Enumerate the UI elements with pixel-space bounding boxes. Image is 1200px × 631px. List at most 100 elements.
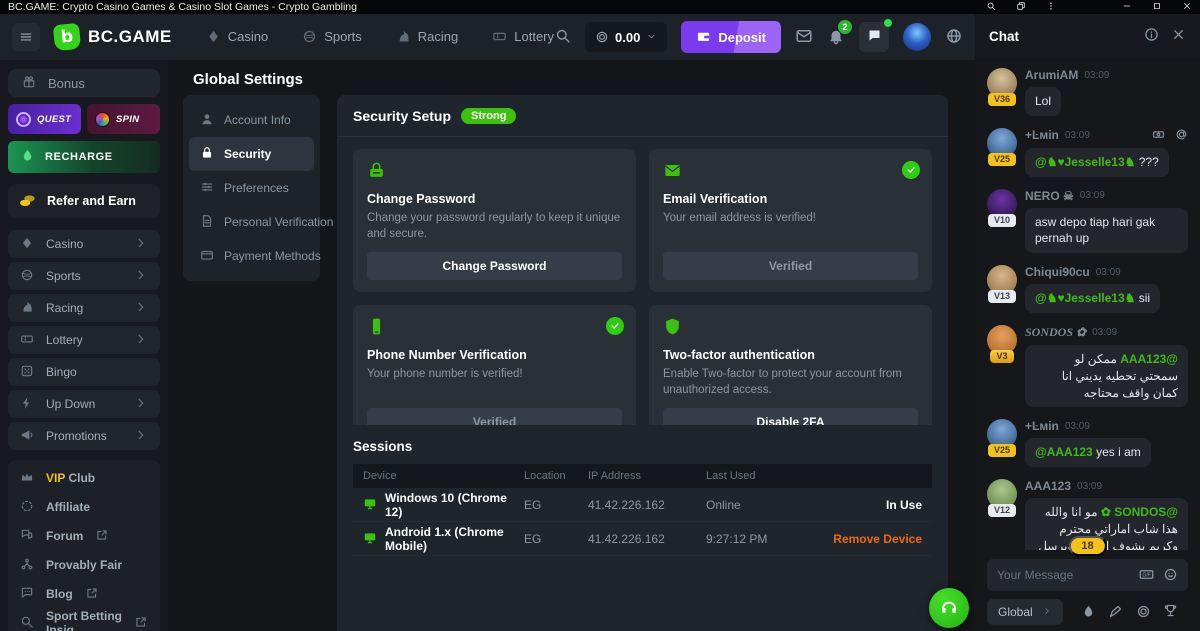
trophy-icon[interactable] <box>1163 603 1178 621</box>
session-device: Windows 10 (Chrome 12) <box>363 491 524 519</box>
mention-link[interactable]: @AAA123 <box>1120 352 1178 366</box>
sidebar-item-racing[interactable]: Racing <box>8 294 160 322</box>
sidebar-item-label: Bingo <box>46 365 77 379</box>
notifications-button[interactable]: 2 <box>827 27 845 48</box>
top-nav-racing[interactable]: Racing <box>396 29 458 45</box>
session-action[interactable]: Remove Device <box>810 532 922 546</box>
mail-icon[interactable] <box>795 27 813 48</box>
refer-and-earn-button[interactable]: Refer and Earn <box>8 184 160 218</box>
settings-nav-preferences[interactable]: Preferences <box>189 171 314 205</box>
ticket-icon <box>492 29 507 45</box>
top-nav-label: Racing <box>418 29 458 44</box>
sidebar-item-up-down[interactable]: Up Down <box>8 390 160 418</box>
card-description: Your phone number is verified! <box>367 366 622 382</box>
chat-username[interactable]: +Ŀмin <box>1025 128 1059 142</box>
recharge-gem-icon <box>20 148 35 165</box>
top-nav-sports[interactable]: Sports <box>302 29 362 45</box>
search-icon[interactable] <box>554 27 571 47</box>
rain-icon[interactable] <box>1081 604 1096 620</box>
rules-icon[interactable] <box>1108 604 1123 620</box>
chat-close-icon[interactable] <box>1171 27 1186 44</box>
chat-username[interactable]: Chiqui90cu <box>1025 265 1090 279</box>
support-button[interactable] <box>929 588 969 628</box>
verified-check-icon <box>606 317 624 335</box>
user-avatar[interactable] <box>903 23 931 51</box>
session-ip: 41.42.226.162 <box>588 532 706 546</box>
top-nav-lottery[interactable]: Lottery <box>492 29 554 45</box>
chat-username[interactable]: NERO ☠ <box>1025 189 1074 203</box>
chat-info-icon[interactable] <box>1144 27 1159 44</box>
settings-nav-payment-methods[interactable]: Payment Methods <box>189 239 314 273</box>
mention-link[interactable]: @♞♥Jesselle13♞ <box>1035 291 1135 305</box>
quest-label: QUEST <box>37 114 71 125</box>
chat-username[interactable]: SONDOS ✿ <box>1025 325 1086 340</box>
settings-nav-label: Preferences <box>224 181 289 195</box>
card-title: Email Verification <box>663 192 918 206</box>
settings-nav-security[interactable]: Security <box>189 137 314 171</box>
chat-toggle-button[interactable] <box>859 22 889 52</box>
sidebar-item-promotions[interactable]: Promotions <box>8 422 160 450</box>
chat-message-input[interactable] <box>997 568 1130 582</box>
app-root: BC.GAME: Crypto Casino Games & Casino Sl… <box>0 0 1200 631</box>
sidebar-toggle-button[interactable] <box>12 23 40 51</box>
top-header: b BC.GAME Casino Sports Racing Lottery 0… <box>0 14 975 60</box>
browser-menu-icon[interactable] <box>1046 1 1056 13</box>
chevron-right-icon <box>134 428 148 443</box>
left-sidebar: Bonus QUEST SPIN RECHARGE Refer and Earn… <box>0 60 168 631</box>
sidebar-item-bingo[interactable]: Bingo <box>8 358 160 386</box>
chat-username[interactable]: +Ŀмin <box>1025 419 1059 433</box>
sidebar-item-sports[interactable]: Sports <box>8 262 160 290</box>
window-maximize-icon[interactable] <box>1152 1 1162 13</box>
chat-username[interactable]: AAA123 <box>1025 479 1071 493</box>
mention-icon[interactable] <box>1175 128 1188 143</box>
tip-icon[interactable] <box>1152 128 1165 143</box>
sidebar-item-casino[interactable]: Casino <box>8 230 160 258</box>
gif-icon[interactable]: GIF <box>1139 567 1154 583</box>
coin-icon[interactable] <box>1136 604 1151 620</box>
envelope-icon <box>663 161 918 184</box>
settings-nav-personal-verification[interactable]: Personal Verification <box>189 205 314 239</box>
window-minimize-icon[interactable] <box>1122 1 1132 13</box>
chat-username[interactable]: ArumiAM <box>1025 68 1078 82</box>
deposit-button[interactable]: Deposit <box>681 21 781 53</box>
sidebar-item-affiliate[interactable]: Affiliate <box>8 492 160 521</box>
balance-selector[interactable]: 0.00 <box>585 22 667 52</box>
chat-channel-selector[interactable]: Global <box>987 599 1063 625</box>
chat-header: Chat <box>975 14 1200 58</box>
browser-search-icon[interactable] <box>986 1 996 13</box>
sidebar-item-forum[interactable]: Forum <box>8 521 160 550</box>
mention-link[interactable]: @SONDOS ✿ <box>1101 505 1178 519</box>
card-action-button[interactable]: Verified <box>663 252 918 280</box>
chevron-right-icon <box>134 396 148 411</box>
card-action-button[interactable]: Change Password <box>367 252 622 280</box>
mention-link[interactable]: @AAA123 <box>1035 445 1093 459</box>
browser-tabs-icon[interactable] <box>1016 1 1026 13</box>
chat-messages: V36 ArumiAM 03:09 Lol V25 +Ŀмin 03:09 @♞… <box>975 58 1200 550</box>
sidebar-item-vip-club[interactable]: VIP Club <box>8 463 160 492</box>
chevron-right-icon <box>134 332 148 347</box>
recharge-label: RECHARGE <box>45 151 113 163</box>
sidebar-item-sport-betting-insig-[interactable]: Sport Betting Insig... <box>8 608 160 631</box>
language-globe-icon[interactable] <box>945 27 963 48</box>
spin-button[interactable]: SPIN <box>87 104 160 134</box>
card-title: Two-factor authentication <box>663 348 918 362</box>
window-controls <box>986 1 1192 13</box>
sidebar-item-provably-fair[interactable]: Provably Fair <box>8 550 160 579</box>
settings-nav-account-info[interactable]: Account Info <box>189 103 314 137</box>
unread-messages-badge[interactable]: 18 <box>1068 536 1106 556</box>
sidebar-item-blog[interactable]: Blog <box>8 579 160 608</box>
window-close-icon[interactable] <box>1182 1 1192 13</box>
ball-icon <box>302 29 317 45</box>
top-nav-casino[interactable]: Casino <box>206 29 268 45</box>
chat-message: V36 ArumiAM 03:09 Lol <box>987 68 1188 116</box>
vip-level-badge: V25 <box>988 153 1016 166</box>
recharge-button[interactable]: RECHARGE <box>8 141 160 173</box>
chat-input-row: GIF <box>987 559 1188 591</box>
ticket-icon <box>20 332 34 347</box>
sidebar-item-lottery[interactable]: Lottery <box>8 326 160 354</box>
emoji-icon[interactable] <box>1163 567 1178 583</box>
mention-link[interactable]: @♞♥Jesselle13♞ <box>1035 155 1135 169</box>
quest-button[interactable]: QUEST <box>8 104 81 134</box>
brand-logo[interactable]: b BC.GAME <box>54 24 172 50</box>
sidebar-item-bonus[interactable]: Bonus <box>8 69 160 97</box>
